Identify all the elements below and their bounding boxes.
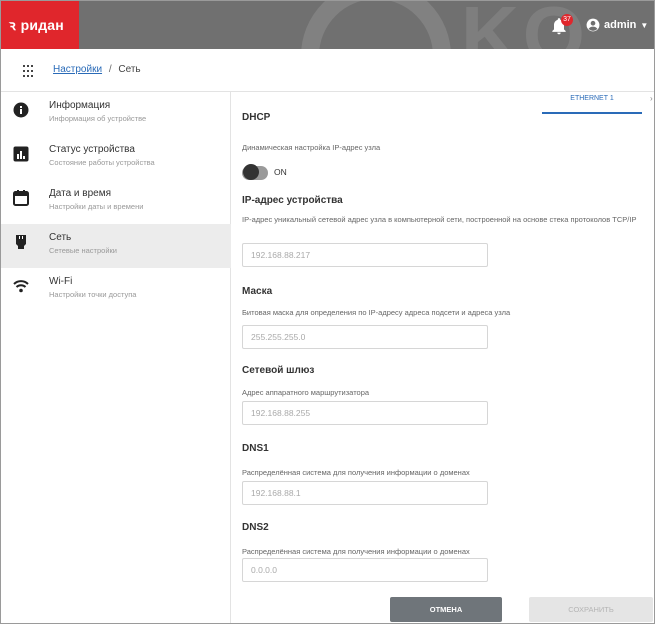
sidebar-item-title: Статус устройства: [49, 144, 135, 155]
section-desc-dns1: Распределённая система для получения инф…: [242, 468, 470, 477]
sidebar-item-subtitle: Состояние работы устройства: [49, 158, 155, 167]
dhcp-toggle[interactable]: [242, 164, 268, 180]
section-title-dns1: DNS1: [242, 443, 269, 454]
gateway-field[interactable]: 192.168.88.255: [242, 401, 488, 425]
save-button[interactable]: СОХРАНИТЬ: [529, 597, 653, 622]
section-title-dns2: DNS2: [242, 522, 269, 533]
dns1-field[interactable]: 192.168.88.1: [242, 481, 488, 505]
user-name: admin: [604, 19, 637, 31]
sidebar-item-info[interactable]: Информация Информация об устройстве: [1, 92, 231, 136]
apps-grid-icon[interactable]: [23, 65, 33, 77]
section-title-mask: Маска: [242, 286, 273, 297]
breadcrumb-link-settings[interactable]: Настройки: [53, 64, 102, 75]
toggle-knob: [243, 164, 259, 180]
subnet-mask-field[interactable]: 255.255.255.0: [242, 325, 488, 349]
calendar-icon: [13, 190, 29, 206]
section-desc-gateway: Адрес аппаратного маршрутизатора: [242, 388, 370, 397]
sidebar-item-subtitle: Сетевые настройки: [49, 246, 117, 255]
app-window: KO ꝛ ридан 37 admin ▼ Настройки / Сеть И…: [0, 0, 655, 624]
top-bar: KO ꝛ ридан 37 admin ▼: [1, 1, 654, 131]
caret-down-icon: ▼: [640, 20, 649, 30]
chevron-right-icon[interactable]: ›: [650, 94, 653, 103]
breadcrumb-current: Сеть: [118, 64, 141, 75]
breadcrumb-separator: /: [108, 64, 112, 75]
chart-icon: [13, 146, 29, 162]
notification-badge: 37: [561, 14, 573, 26]
wifi-icon: [13, 280, 29, 293]
brand-logo[interactable]: ꝛ ридан: [1, 1, 79, 49]
sidebar: Информация Информация об устройстве Стат…: [1, 92, 231, 623]
brand-name: ридан: [20, 17, 64, 33]
sidebar-item-title: Информация: [49, 100, 111, 111]
account-circle-icon: [586, 18, 600, 32]
user-menu[interactable]: admin ▼: [586, 16, 648, 34]
sidebar-item-datetime[interactable]: Дата и время Настройки даты и времени: [1, 180, 231, 224]
cancel-button[interactable]: ОТМЕНА: [390, 597, 502, 622]
section-desc-dns2: Распределённая система для получения инф…: [242, 547, 470, 556]
section-title-dhcp: DHCP: [242, 112, 271, 123]
dhcp-toggle-label: ON: [274, 167, 287, 177]
ethernet-icon: [16, 235, 26, 249]
logo-mark-icon: ꝛ: [9, 16, 16, 33]
ip-address-field[interactable]: 192.168.88.217: [242, 243, 488, 267]
sidebar-item-title: Сеть: [49, 232, 72, 243]
sidebar-item-network[interactable]: Сеть Сетевые настройки: [1, 224, 231, 268]
section-desc-ip: IP-адрес уникальный сетевой адрес узла в…: [242, 215, 637, 224]
section-desc-mask: Битовая маска для определения по IP-адре…: [242, 308, 511, 317]
section-desc-dhcp: Динамическая настройка IP-адрес узла: [242, 143, 381, 152]
sidebar-item-status[interactable]: Статус устройства Состояние работы устро…: [1, 136, 231, 180]
info-icon: [13, 102, 29, 118]
sidebar-item-title: Wi-Fi: [49, 276, 73, 287]
sidebar-item-wifi[interactable]: Wi-Fi Настройки точки доступа: [1, 268, 231, 312]
section-title-gateway: Сетевой шлюз: [242, 365, 315, 376]
section-title-ip: IP-адрес устройства: [242, 195, 343, 206]
sidebar-item-subtitle: Настройки точки доступа: [49, 290, 137, 299]
tab-ethernet-1[interactable]: ETHERNET 1: [542, 94, 642, 114]
dns2-field[interactable]: 0.0.0.0: [242, 558, 488, 582]
sidebar-item-subtitle: Информация об устройстве: [49, 114, 147, 123]
sidebar-item-title: Дата и время: [49, 188, 112, 199]
breadcrumb: Настройки / Сеть: [53, 64, 141, 75]
breadcrumb-bar: Настройки / Сеть: [1, 49, 654, 92]
sidebar-item-subtitle: Настройки даты и времени: [49, 202, 144, 211]
network-settings-panel: ETHERNET 1 › DHCP Динамическая настройка…: [232, 92, 654, 623]
